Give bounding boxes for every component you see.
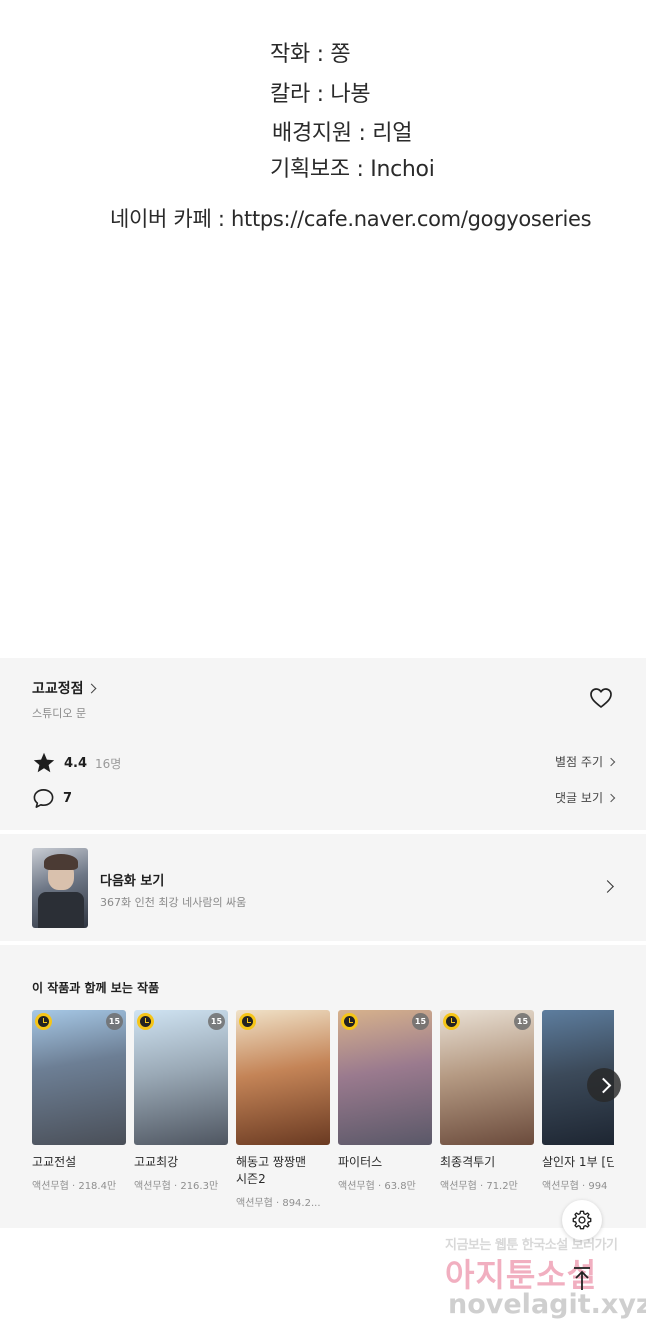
- rating-row: 4.4 16명: [32, 751, 121, 775]
- gear-icon: [572, 1210, 592, 1230]
- recommendations-heading: 이 작품과 함께 보는 작품: [32, 981, 160, 995]
- recommend-title: 해동고 짱짱맨 시즌2: [236, 1155, 307, 1186]
- star-icon: [33, 752, 55, 773]
- watermark-url: novelagit.xyz: [448, 1289, 646, 1320]
- chevron-right-icon: [601, 880, 614, 893]
- chevron-right-icon: [86, 683, 96, 693]
- recommend-title: 고교전설: [32, 1155, 77, 1169]
- recommend-title: 최종격투기: [440, 1155, 496, 1169]
- recommend-meta: 액션무협 · 894.2...: [236, 1198, 321, 1209]
- comment-icon: [33, 789, 54, 808]
- recommend-item[interactable]: 15 최종격투기 액션무협 · 71.2만: [440, 1010, 534, 1192]
- recommend-meta: 액션무협 · 63.8만: [338, 1181, 416, 1192]
- recommend-meta: 액션무협 · 216.3만: [134, 1181, 219, 1192]
- work-title: 고교정점: [32, 681, 84, 697]
- recommend-cover: 15: [440, 1010, 534, 1145]
- age-badge: 15: [412, 1013, 429, 1030]
- clock-icon: [443, 1013, 460, 1030]
- comments-button[interactable]: 댓글 보기: [555, 789, 616, 806]
- comments-button-label: 댓글 보기: [555, 791, 603, 805]
- age-badge: 15: [514, 1013, 531, 1030]
- rating-value: 4.4: [64, 755, 88, 771]
- credit-planning: 기획보조 : Inchoi: [270, 157, 435, 182]
- heart-icon[interactable]: [589, 687, 613, 709]
- recommend-cover: 15: [32, 1010, 126, 1145]
- recommendations-carousel: 15 고교전설 액션무협 · 218.4만 15 고교최강 액션무협 · 216…: [32, 1010, 614, 1220]
- recommend-title: 파이터스: [338, 1155, 383, 1169]
- recommend-item[interactable]: 15 고교전설 액션무협 · 218.4만: [32, 1010, 126, 1192]
- rating-count: 16명: [95, 756, 122, 771]
- recommend-cover: 15: [338, 1010, 432, 1145]
- next-episode-label: 다음화 보기: [100, 874, 165, 889]
- recommend-cover: [236, 1010, 330, 1145]
- chevron-right-icon: [606, 757, 616, 766]
- age-badge: 15: [106, 1013, 123, 1030]
- clock-icon: [137, 1013, 154, 1030]
- work-title-link[interactable]: 고교정점: [32, 678, 96, 698]
- recommend-title: 고교최강: [134, 1155, 179, 1169]
- chevron-right-icon: [606, 793, 616, 802]
- credit-color: 칼라 : 나봉: [270, 82, 371, 107]
- recommend-meta: 액션무협 · 218.4만: [32, 1181, 117, 1192]
- comment-row: 7: [32, 787, 72, 810]
- work-info-panel: 고교정점 스튜디오 문 4.4 16명 별점 주기 7 댓글 보기 다음화 보기…: [0, 658, 646, 1228]
- clock-icon: [239, 1013, 256, 1030]
- clock-icon: [341, 1013, 358, 1030]
- credit-artist: 작화 : 쫑: [270, 42, 351, 67]
- credit-background: 배경지원 : 리얼: [272, 121, 413, 146]
- work-summary: 고교정점 스튜디오 문 4.4 16명 별점 주기 7 댓글 보기: [0, 658, 646, 830]
- carousel-next-button[interactable]: [587, 1068, 621, 1102]
- arrow-up-icon[interactable]: [566, 1262, 598, 1294]
- clock-icon: [35, 1013, 52, 1030]
- episode-credits-image: 작화 : 쫑 칼라 : 나봉 배경지원 : 리얼 기획보조 : Inchoi 네…: [0, 0, 646, 658]
- recommend-meta: 액션무협 · 71.2만: [440, 1181, 518, 1192]
- recommend-title: 살인자 1부 [단본]: [542, 1155, 614, 1169]
- credit-cafe: 네이버 카페 : https://cafe.naver.com/gogyoser…: [110, 207, 592, 231]
- rate-button-label: 별점 주기: [555, 755, 603, 769]
- rate-button[interactable]: 별점 주기: [555, 753, 616, 770]
- recommend-item[interactable]: 15 파이터스 액션무협 · 63.8만: [338, 1010, 432, 1192]
- recommend-item[interactable]: 해동고 짱짱맨 시즌2 액션무협 · 894.2...: [236, 1010, 330, 1209]
- age-badge: 15: [208, 1013, 225, 1030]
- comment-count: 7: [63, 791, 73, 806]
- next-episode-thumbnail: [32, 848, 88, 928]
- recommend-cover: 15: [134, 1010, 228, 1145]
- recommend-item[interactable]: 15 고교최강 액션무협 · 216.3만: [134, 1010, 228, 1192]
- recommend-meta: 액션무협 · 994: [542, 1181, 608, 1192]
- next-episode-button[interactable]: 다음화 보기 367화 인천 최강 네사람의 싸움: [0, 834, 646, 941]
- settings-button[interactable]: [562, 1200, 602, 1240]
- work-studio: 스튜디오 문: [32, 707, 87, 720]
- next-episode-subtitle: 367화 인천 최강 네사람의 싸움: [100, 896, 247, 909]
- recommendations-section: 이 작품과 함께 보는 작품 15 고교전설 액션무협 · 218.4만 15 …: [0, 945, 646, 1228]
